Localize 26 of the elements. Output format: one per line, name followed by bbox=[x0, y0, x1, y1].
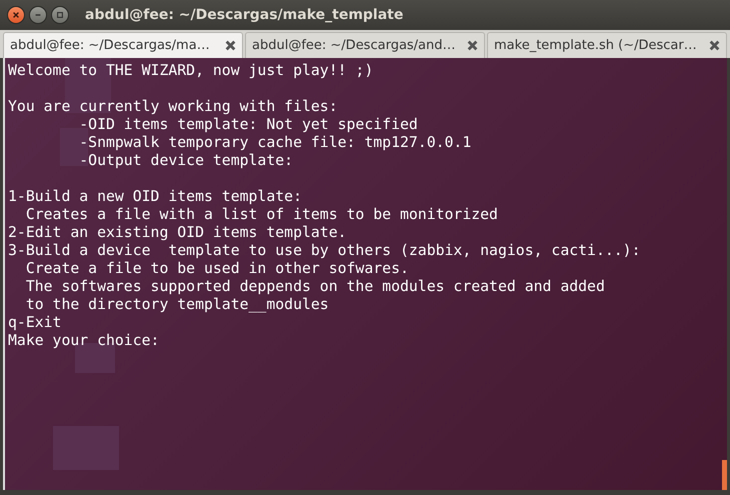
terminal-line: Make your choice: bbox=[8, 332, 160, 350]
minimize-button[interactable] bbox=[29, 6, 47, 24]
terminal-line: 1-Build a new OID items template: bbox=[8, 188, 303, 206]
terminal-line: to the directory template__modules bbox=[24, 296, 330, 314]
maximize-icon bbox=[56, 11, 64, 19]
close-icon[interactable] bbox=[467, 40, 478, 51]
terminal-line: -Output device template: bbox=[78, 152, 294, 170]
terminal-line: You are currently working with files: bbox=[8, 98, 339, 116]
terminal-line: The softwares supported deppends on the modules created and added bbox=[24, 278, 606, 296]
tab[interactable]: abdul@fee: ~/Descargas/ma… bbox=[3, 32, 243, 58]
terminal-line: q-Exit bbox=[8, 314, 62, 332]
maximize-button[interactable] bbox=[51, 6, 69, 24]
tab[interactable]: make_template.sh (~/Descar… bbox=[487, 32, 727, 58]
terminal-line: -Snmpwalk temporary cache file: tmp127.0.0.1 bbox=[78, 134, 472, 152]
terminal-line: Welcome to THE WIZARD, now just play!! ;) bbox=[8, 62, 374, 80]
terminal-line: -OID items template: Not yet specified bbox=[78, 116, 419, 134]
close-icon bbox=[12, 11, 20, 19]
close-icon[interactable] bbox=[225, 40, 236, 51]
tab[interactable]: abdul@fee: ~/Descargas/and… bbox=[245, 32, 485, 58]
window-title: abdul@fee: ~/Descargas/make_template bbox=[85, 7, 404, 23]
close-icon[interactable] bbox=[709, 40, 720, 51]
terminal-line: Create a file to be used in other sofwares. bbox=[24, 260, 410, 278]
close-button[interactable] bbox=[7, 6, 25, 24]
terminal-line: Creates a file with a list of items to be monitorized bbox=[24, 206, 499, 224]
terminal-line: 3-Build a device template to use by others (zabbix, nagios, cacti...): bbox=[8, 242, 642, 260]
terminal-line: 2-Edit an existing OID items template. bbox=[8, 224, 348, 242]
